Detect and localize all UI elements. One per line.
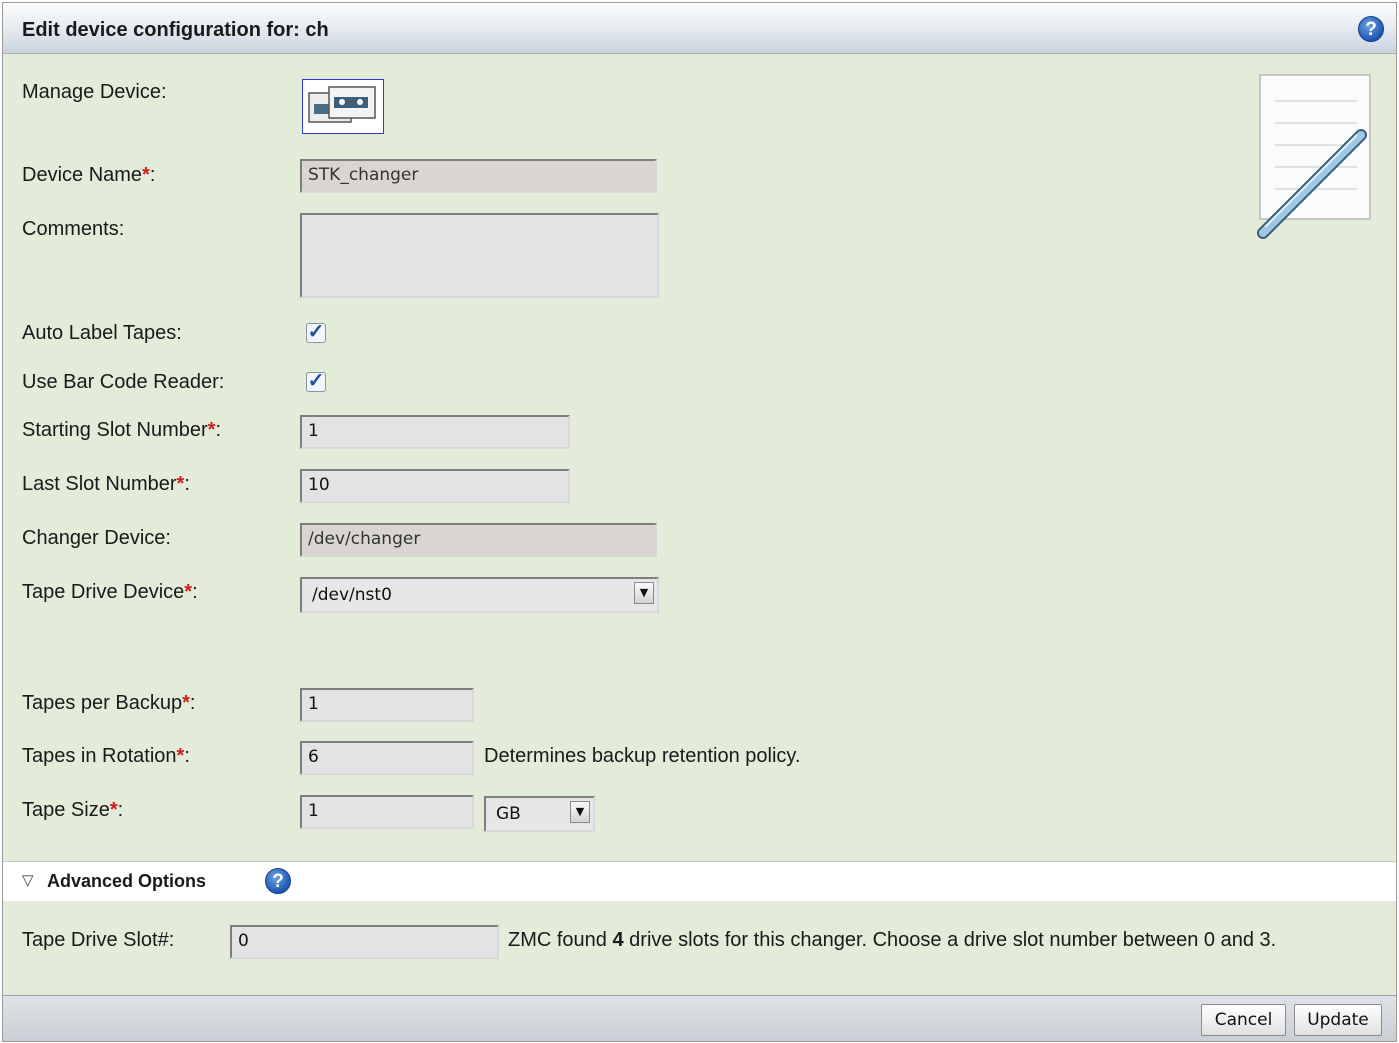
tape-size-unit-select[interactable]: GB ▼ [484,796,595,832]
help-icon[interactable]: ? [1358,16,1384,42]
tape-size-label: Tape Size*: [22,799,124,821]
auto-label-tapes-checkbox[interactable]: ✓ [306,322,326,343]
tape-size-input[interactable]: 1 [300,795,474,829]
panel-footer: Cancel Update [3,995,1396,1041]
page-title: Edit device configuration for: ch [22,19,329,41]
tape-drive-slot-input[interactable]: 0 [230,925,499,959]
changer-device-field[interactable]: /dev/changer [300,523,657,557]
tapes-per-backup-input[interactable]: 1 [300,688,474,722]
manage-device-button[interactable] [302,79,384,134]
tape-cartridges-icon [308,86,376,123]
retention-note: Determines backup retention policy. [484,745,801,767]
device-name-field[interactable]: STK_changer [300,159,657,193]
bar-code-reader-checkbox[interactable]: ✓ [306,371,326,392]
panel-header: Edit device configuration for: ch ? [3,3,1396,54]
chevron-down-icon: ▼ [570,801,590,823]
drive-slot-note: ZMC found 4 drive slots for this changer… [508,929,1277,951]
device-config-panel: Edit device configuration for: ch ? Mana… [2,2,1397,1042]
update-button[interactable]: Update [1294,1004,1382,1036]
tape-drive-device-select[interactable]: /dev/nst0 ▼ [300,577,659,613]
tape-drive-slot-label: Tape Drive Slot#: [22,929,175,951]
tape-size-unit-value: GB [496,804,521,824]
notepad-pencil-icon [1257,74,1371,239]
chevron-down-icon: ▼ [634,582,654,604]
tape-drive-device-value: /dev/nst0 [312,585,392,605]
bar-code-reader-label: Use Bar Code Reader: [22,371,225,393]
device-name-label: Device Name*: [22,164,156,186]
tapes-in-rotation-label: Tapes in Rotation*: [22,745,190,767]
tape-drive-device-label: Tape Drive Device*: [22,581,198,603]
cancel-button[interactable]: Cancel [1201,1004,1286,1036]
advanced-help-icon[interactable]: ? [265,868,291,894]
last-slot-input[interactable]: 10 [300,469,570,503]
changer-device-label: Changer Device: [22,527,171,549]
auto-label-tapes-label: Auto Label Tapes: [22,322,182,344]
advanced-options-title: Advanced Options [47,871,207,891]
advanced-options-toggle[interactable]: ▽ Advanced Options ? [3,861,1396,901]
comments-textarea[interactable] [300,213,659,298]
triangle-down-icon: ▽ [22,872,34,889]
manage-device-label: Manage Device: [22,81,167,103]
starting-slot-input[interactable]: 1 [300,415,570,449]
tapes-per-backup-label: Tapes per Backup*: [22,692,196,714]
starting-slot-label: Starting Slot Number*: [22,419,221,441]
tapes-in-rotation-input[interactable]: 6 [300,741,474,775]
last-slot-label: Last Slot Number*: [22,473,190,495]
comments-label: Comments: [22,218,125,240]
